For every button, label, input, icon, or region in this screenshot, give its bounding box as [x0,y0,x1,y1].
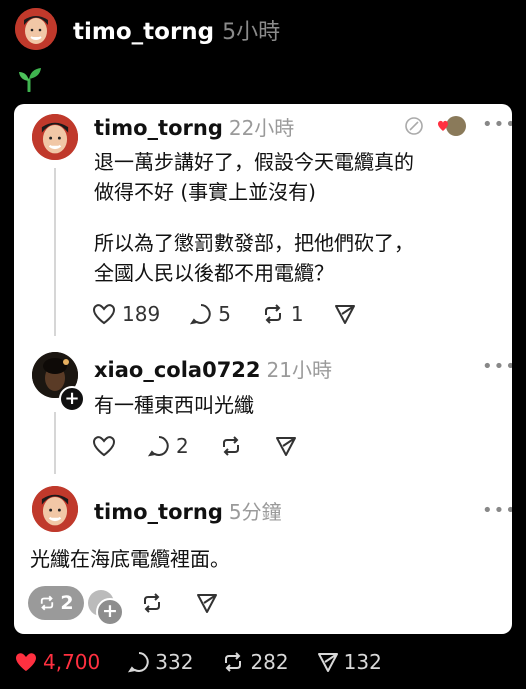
post3-username[interactable]: timo_torng [94,500,223,524]
repost-icon[interactable] [261,303,285,325]
post1-avatar[interactable] [32,114,78,160]
share-icon[interactable] [317,651,339,673]
thread-line-2 [54,412,56,474]
reply-count: 332 [155,650,194,674]
post1-actions: 189 5 1 [92,302,356,326]
post2-text: 有一種東西叫光纖 [94,393,254,417]
seedling-icon [16,66,44,93]
post1-like-count: 189 [122,302,161,326]
reply-icon[interactable] [128,651,150,673]
plus-icon: + [96,598,124,626]
edit-icon [404,116,424,136]
post1-text-2: 所以為了懲罰數發部，把他們砍了， 全國人民以後都不用電纜？ [94,231,414,285]
liked-by-avatars-icon[interactable] [434,114,468,138]
share-icon[interactable] [196,592,218,614]
reply-icon[interactable] [190,303,212,325]
thread-line-1 [54,168,56,336]
like-icon[interactable] [92,435,116,457]
post3-repost-count: 2 [60,592,74,614]
share-icon[interactable] [275,435,297,457]
post1-repost-count: 1 [290,302,304,326]
post2-header: xiao_cola0722 21小時 [94,354,332,383]
like-count: 4,700 [43,650,101,674]
share-icon[interactable] [334,303,356,325]
repost-count: 282 [250,650,289,674]
post3-time: 5分鐘 [228,500,282,524]
post3-text: 光纖在海底電纜裡面。 [30,547,230,571]
post-actions-bar: 4,700 332 282 132 [14,650,382,674]
repost-icon [38,594,56,612]
share-count: 132 [343,650,382,674]
post3-more-icon[interactable]: ••• [482,500,512,521]
follow-plus-badge[interactable]: + [59,386,85,412]
post1-time: 22小時 [228,116,295,140]
post2-actions: 2 [92,434,297,458]
repost-count-pill[interactable]: 2 [28,586,84,620]
repost-icon[interactable] [221,651,245,673]
post1-more-icon[interactable]: ••• [482,114,512,135]
post2-reply-count: 2 [176,434,189,458]
header-user-line: timo_torng 5小時 [73,14,280,46]
reply-icon[interactable] [147,435,170,457]
post1-text-1: 退一萬步講好了，假設今天電纜真的 做得不好 (事實上並沒有) [94,150,414,204]
header-avatar[interactable] [15,8,57,50]
post2-username[interactable]: xiao_cola0722 [94,358,261,382]
like-icon[interactable] [92,303,116,325]
quoted-thread-card[interactable]: timo_torng22小時 ••• 退一萬步講好了，假設今天電纜真的 做得不好… [14,104,512,634]
header-username[interactable]: timo_torng [73,19,214,45]
post1-reply-count: 5 [218,302,231,326]
liked-heart-icon[interactable] [14,651,38,673]
post1-header: timo_torng 22小時 [94,112,294,141]
post1-username[interactable]: timo_torng [94,116,223,140]
post3-avatar[interactable] [32,486,78,532]
repost-icon[interactable] [140,592,164,614]
post2-time: 21小時 [266,358,332,382]
post3-header: timo_torng 5分鐘 [94,496,282,525]
post2-more-icon[interactable]: ••• [482,356,512,377]
header-time: 5小時 [222,20,281,45]
add-reaction-button[interactable]: + [88,590,124,626]
repost-icon[interactable] [219,435,243,457]
